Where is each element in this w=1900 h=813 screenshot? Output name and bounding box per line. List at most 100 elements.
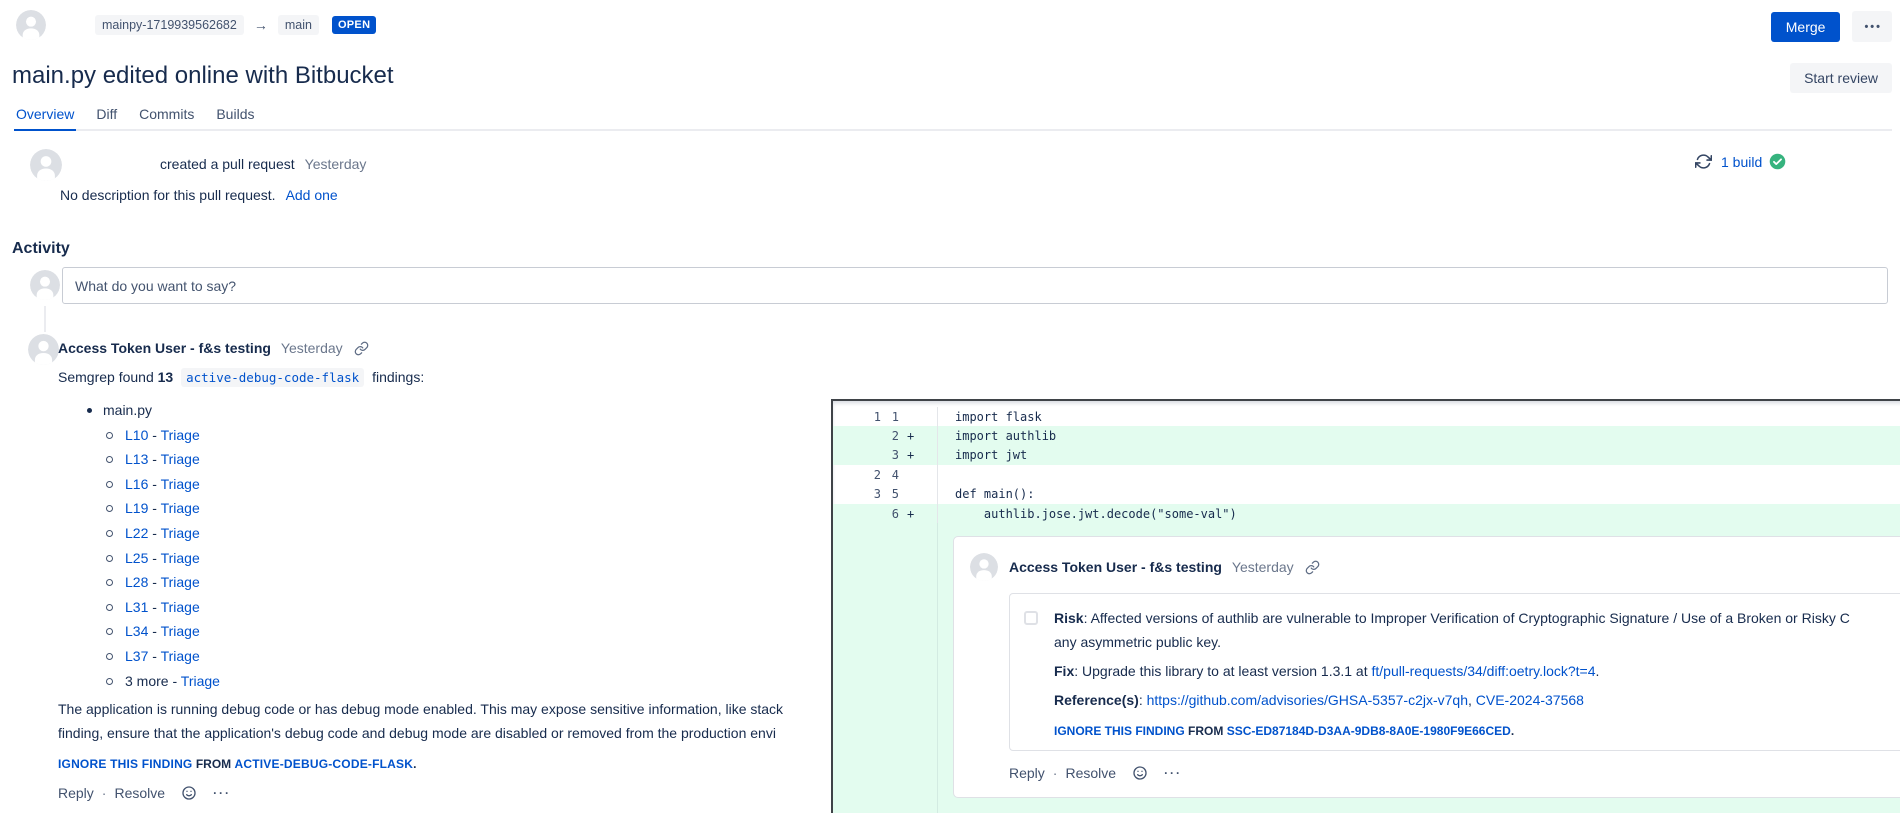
comment-more-button[interactable]: ··· <box>1164 766 1182 780</box>
diff-row-added: 6+ authlib.jose.jwt.decode("some-val") <box>833 504 1900 523</box>
diff-preview-panel: 11import flask 2+import authlib 3+import… <box>831 399 1900 813</box>
comment-timestamp: Yesterday <box>281 340 343 356</box>
finding-triage-link[interactable]: Triage <box>161 427 200 443</box>
finding-line-link[interactable]: L19 <box>125 500 148 516</box>
finding-checkbox[interactable] <box>1024 611 1038 625</box>
comment-actions: Reply · Resolve ··· <box>1009 765 1900 781</box>
fix-label: Fix <box>1054 663 1074 679</box>
branch-row: mainpy-1719939562682 → main OPEN <box>95 15 376 35</box>
old-line-number: 2 <box>833 468 881 482</box>
comment-more-button[interactable]: ··· <box>213 786 231 800</box>
avatar[interactable] <box>16 10 46 40</box>
finding-triage-link[interactable]: Triage <box>161 500 200 516</box>
diff-sign: + <box>899 507 937 521</box>
finding-description: The application is running debug code or… <box>58 698 878 745</box>
finding-item: L10 - Triage <box>58 423 878 448</box>
finding-triage-link[interactable]: Triage <box>161 599 200 615</box>
ignore-finding-link[interactable]: IGNORE THIS FINDING <box>58 757 192 771</box>
finding-triage-link[interactable]: Triage <box>181 673 220 689</box>
tab-overview[interactable]: Overview <box>14 102 76 131</box>
finding-item: L13 - Triage <box>58 447 878 472</box>
finding-item: L34 - Triage <box>58 619 878 644</box>
finding-separator: - <box>148 525 160 541</box>
finding-triage-link[interactable]: Triage <box>161 451 200 467</box>
reply-button[interactable]: Reply <box>58 785 94 801</box>
code-text: import jwt <box>937 446 1900 465</box>
start-review-button[interactable]: Start review <box>1790 63 1892 93</box>
cve-link[interactable]: CVE-2024-37568 <box>1476 692 1584 708</box>
finding-line-link[interactable]: L22 <box>125 525 148 541</box>
new-line-number[interactable]: 5 <box>881 487 899 501</box>
build-count-link[interactable]: 1 build <box>1721 154 1762 170</box>
avatar[interactable] <box>970 553 998 581</box>
inline-comment-zone: Access Token User - f&s testing Yesterda… <box>833 523 1900 813</box>
resolve-button[interactable]: Resolve <box>114 785 165 801</box>
new-line-number[interactable]: 2 <box>881 429 899 443</box>
finding-line-link[interactable]: L31 <box>125 599 148 615</box>
tab-bar: Overview Diff Commits Builds <box>14 102 1892 131</box>
fix-line: Fix: Upgrade this library to at least ve… <box>1054 659 1850 683</box>
code-text: import authlib <box>937 426 1900 445</box>
finding-item: L22 - Triage <box>58 521 878 546</box>
finding-line-link[interactable]: L25 <box>125 550 148 566</box>
permalink-icon[interactable] <box>1305 560 1320 575</box>
finding-line-link[interactable]: L10 <box>125 427 148 443</box>
advisory-link[interactable]: https://github.com/advisories/GHSA-5357-… <box>1147 692 1468 708</box>
new-line-number[interactable]: 1 <box>881 410 899 424</box>
pull-request-page: mainpy-1719939562682 → main OPEN Merge •… <box>0 0 1900 813</box>
code-text <box>937 465 1900 484</box>
timeline-connector <box>44 306 46 332</box>
period: . <box>1511 724 1514 738</box>
avatar[interactable] <box>30 149 62 181</box>
risk-label: Risk <box>1054 610 1084 626</box>
finding-triage-link[interactable]: Triage <box>161 623 200 639</box>
finding-triage-link[interactable]: Triage <box>161 574 200 590</box>
fix-link[interactable]: ft/pull-requests/34/diff:oetry.lock?t=4 <box>1372 663 1596 679</box>
add-reaction-icon[interactable] <box>181 785 197 801</box>
avatar[interactable] <box>30 270 60 300</box>
finding-line-link[interactable]: L37 <box>125 648 148 664</box>
finding-item: L19 - Triage <box>58 496 878 521</box>
finding-line-link[interactable]: L28 <box>125 574 148 590</box>
add-description-link[interactable]: Add one <box>286 187 338 203</box>
resolve-button[interactable]: Resolve <box>1065 765 1116 781</box>
tab-diff[interactable]: Diff <box>94 102 119 129</box>
ssc-rule-link[interactable]: SSC-ED87184D-D3AA-9DB8-8A0E-1980F9E66CED <box>1227 724 1511 738</box>
finding-triage-link[interactable]: Triage <box>161 648 200 664</box>
diff-row: 24 <box>833 465 1900 484</box>
code-text: def main(): <box>937 485 1900 504</box>
finding-line-link[interactable]: L34 <box>125 623 148 639</box>
tab-builds[interactable]: Builds <box>214 102 256 129</box>
new-line-number[interactable]: 4 <box>881 468 899 482</box>
findings-count: 13 <box>158 369 174 385</box>
new-line-number[interactable]: 6 <box>881 507 899 521</box>
merge-button[interactable]: Merge <box>1771 12 1841 42</box>
reply-button[interactable]: Reply <box>1009 765 1045 781</box>
period: . <box>1596 663 1600 679</box>
finding-triage-link[interactable]: Triage <box>161 550 200 566</box>
finding-details-box: Risk: Affected versions of authlib are v… <box>1009 593 1900 751</box>
source-branch-chip: mainpy-1719939562682 <box>95 15 244 35</box>
colon: : <box>1139 692 1147 708</box>
finding-separator: - <box>148 550 160 566</box>
finding-line-link[interactable]: L16 <box>125 476 148 492</box>
rule-code-chip[interactable]: active-debug-code-flask <box>181 368 364 387</box>
no-description-text: No description for this pull request. <box>60 187 276 203</box>
add-reaction-icon[interactable] <box>1132 765 1148 781</box>
file-name: main.py <box>58 398 878 423</box>
comment-input[interactable] <box>62 267 1888 304</box>
finding-triage-link[interactable]: Triage <box>161 525 200 541</box>
permalink-icon[interactable] <box>354 341 369 356</box>
ignore-finding-link[interactable]: IGNORE THIS FINDING <box>1054 724 1185 738</box>
rule-link[interactable]: ACTIVE-DEBUG-CODE-FLASK <box>235 757 414 771</box>
new-line-number[interactable]: 3 <box>881 448 899 462</box>
finding-item: L37 - Triage <box>58 644 878 669</box>
more-options-button[interactable]: ••• <box>1852 11 1892 42</box>
page-title: main.py edited online with Bitbucket <box>12 62 394 90</box>
from-label: FROM <box>196 757 231 771</box>
tab-commits[interactable]: Commits <box>137 102 196 129</box>
findings-list: main.py L10 - Triage L13 - Triage L16 - … <box>58 398 878 693</box>
finding-triage-link[interactable]: Triage <box>161 476 200 492</box>
avatar[interactable] <box>28 334 59 365</box>
finding-line-link[interactable]: L13 <box>125 451 148 467</box>
